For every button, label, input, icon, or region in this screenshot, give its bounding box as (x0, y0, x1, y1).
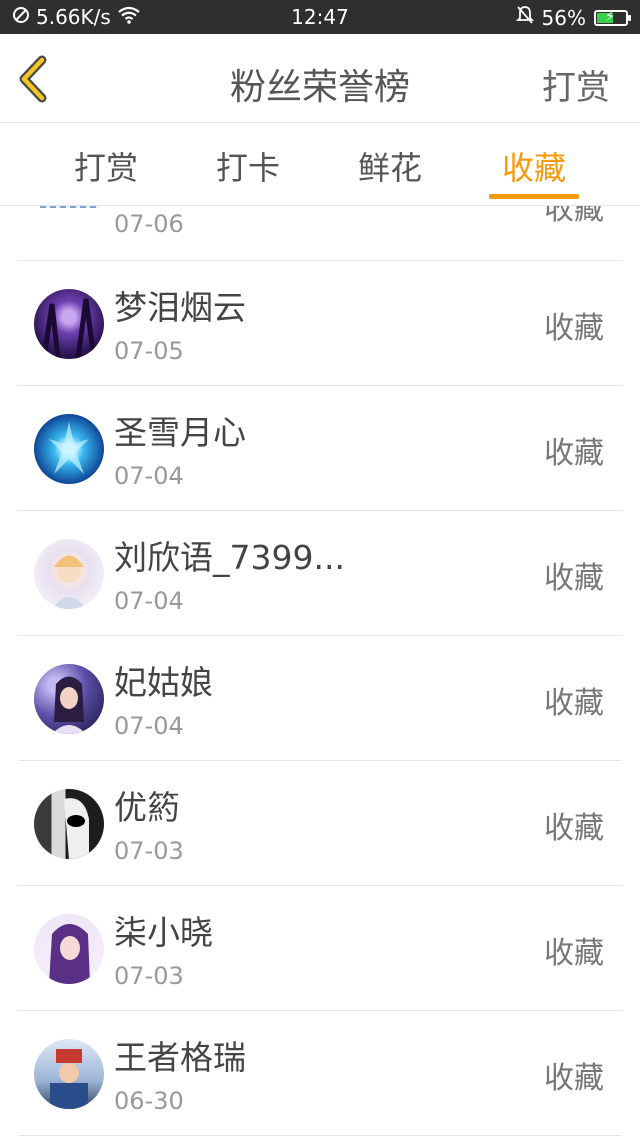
avatar (34, 1039, 104, 1109)
status-bar: 5.66K/s 12:47 56% ⚡ (0, 0, 640, 34)
fan-list: 07-06 收藏 梦泪烟云 07-05 收藏 圣雪月心 07-04 收藏 刘欣语… (0, 206, 640, 1138)
item-action: 收藏 (544, 561, 604, 596)
avatar (34, 539, 104, 609)
list-item[interactable]: 刘欣语_7399... 07-04 收藏 (18, 511, 622, 636)
tab-label: 收藏 (501, 149, 566, 187)
item-date: 07-04 (114, 712, 184, 740)
list-item[interactable]: 圣雪月心 07-04 收藏 (18, 386, 622, 511)
tab-checkin[interactable]: 打卡 (188, 143, 308, 189)
item-name: 圣雪月心 (114, 413, 246, 452)
list-item[interactable]: 王者格瑞 06-30 收藏 (18, 1011, 622, 1136)
tab-bar: 打赏 打卡 鲜花 收藏 (0, 123, 640, 206)
list-item[interactable]: 优箹 07-03 收藏 (18, 761, 622, 886)
item-action: 收藏 (544, 1061, 604, 1096)
item-date: 07-03 (114, 837, 184, 865)
charging-icon: ⚡ (605, 8, 615, 25)
item-date: 07-04 (114, 587, 184, 615)
item-action: 收藏 (544, 436, 604, 471)
list-item[interactable]: 梦泪烟云 07-05 收藏 (18, 261, 622, 386)
item-name: 柒小晓 (114, 913, 213, 952)
item-name: 妃姑娘 (114, 663, 213, 702)
tab-flowers[interactable]: 鲜花 (330, 143, 450, 189)
item-date: 07-05 (114, 337, 184, 365)
item-name: 王者格瑞 (114, 1038, 246, 1077)
tab-label: 打卡 (215, 149, 280, 187)
item-date: 07-03 (114, 962, 184, 990)
item-name: 梦泪烟云 (114, 288, 246, 327)
avatar (34, 414, 104, 484)
tab-label: 鲜花 (357, 149, 422, 187)
tab-label: 打赏 (73, 149, 138, 187)
avatar (34, 914, 104, 984)
avatar (34, 289, 104, 359)
item-action: 收藏 (544, 686, 604, 721)
avatar (34, 664, 104, 734)
avatar (40, 206, 100, 208)
status-right: 56% ⚡ (515, 5, 631, 30)
list-item[interactable]: 柒小晓 07-03 收藏 (18, 886, 622, 1011)
top-bar: 粉丝荣誉榜 打赏 (0, 34, 640, 123)
bell-muted-icon (515, 5, 534, 30)
active-tab-indicator (489, 194, 579, 199)
item-action: 收藏 (544, 936, 604, 971)
item-date: 07-04 (114, 462, 184, 490)
battery-icon: ⚡ (594, 8, 631, 26)
tab-favorites[interactable]: 收藏 (474, 143, 594, 199)
item-action: 收藏 (544, 811, 604, 846)
item-name: 优箹 (114, 788, 180, 827)
item-action: 收藏 (544, 311, 604, 346)
avatar (34, 789, 104, 859)
reward-button[interactable]: 打赏 (542, 60, 610, 109)
tab-reward[interactable]: 打赏 (46, 143, 166, 189)
battery-percent: 56% (541, 5, 586, 30)
item-name: 刘欣语_7399... (114, 538, 345, 577)
item-action: 收藏 (544, 206, 604, 227)
list-item[interactable]: 妃姑娘 07-04 收藏 (18, 636, 622, 761)
item-date: 06-30 (114, 1087, 184, 1115)
item-date: 07-06 (114, 210, 184, 238)
list-item[interactable]: 07-06 收藏 (18, 206, 622, 261)
